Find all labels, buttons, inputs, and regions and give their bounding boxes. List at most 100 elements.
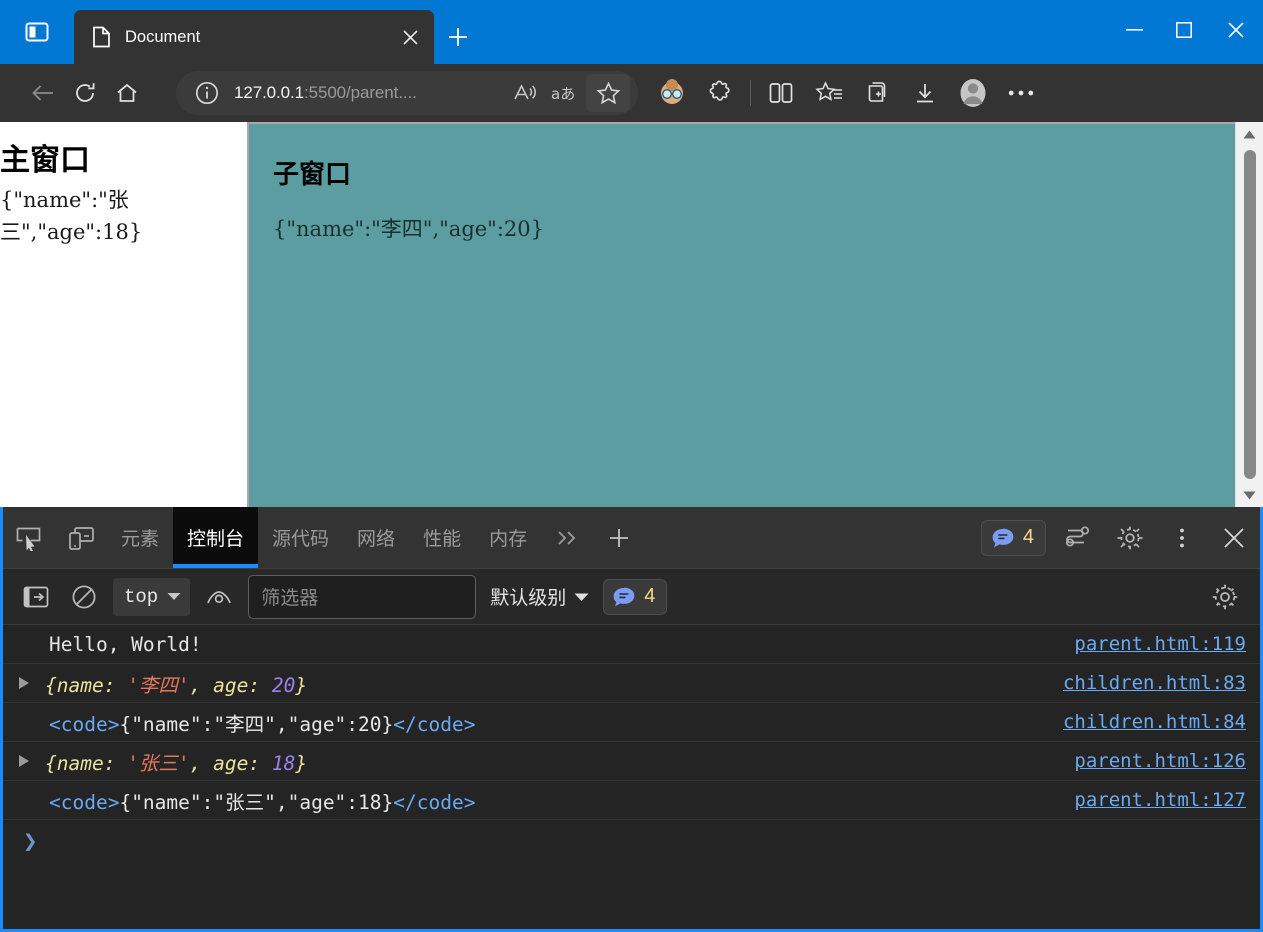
filter-placeholder: 筛选器	[261, 588, 319, 609]
devtools-panel: 元素 控制台 源代码 网络 性能 内存 4 top 筛选器 默认级别 4 Hel…	[0, 507, 1263, 932]
add-panel-icon[interactable]	[593, 507, 645, 568]
console-message-row[interactable]: Hello, World! parent.html:119	[3, 625, 1260, 664]
console-settings-gear-icon[interactable]	[1206, 578, 1244, 616]
object-suffix: }	[295, 673, 308, 697]
devtools-settings-icon[interactable]	[1052, 507, 1104, 568]
devtools-tab-console[interactable]: 控制台	[173, 507, 259, 568]
console-message-row[interactable]: {name: '李四', age: 20} children.html:83	[3, 664, 1260, 703]
translate-icon[interactable]: aあ	[546, 76, 584, 110]
browser-tab[interactable]: Document	[74, 10, 434, 64]
message-bubble-icon	[613, 587, 635, 606]
inspect-element-icon[interactable]	[3, 507, 55, 568]
eye-icon[interactable]	[200, 578, 238, 616]
object-string-value: '李四'	[127, 673, 190, 697]
tab-actions-button[interactable]	[0, 0, 74, 64]
devtools-tab-sources[interactable]: 源代码	[258, 507, 343, 568]
execution-context-select[interactable]: top	[113, 577, 191, 616]
console-output[interactable]: Hello, World! parent.html:119 {name: '李四…	[3, 625, 1260, 929]
console-message-row[interactable]: {name: '张三', age: 18} parent.html:126	[3, 742, 1260, 781]
url-path: :5500/parent....	[304, 83, 417, 102]
expand-object-toggle[interactable]	[3, 677, 45, 689]
document-icon	[92, 26, 111, 48]
console-html-text: <code>{"name":"李四","age":20}</code>	[49, 708, 1051, 737]
refresh-icon	[76, 83, 95, 102]
downloads-icon[interactable]	[901, 71, 949, 115]
html-inner-text: {"name":"李四","age":20}	[119, 712, 394, 736]
devtools-tab-elements[interactable]: 元素	[107, 507, 173, 568]
refresh-button[interactable]	[64, 72, 106, 114]
page-scrollbar[interactable]	[1235, 122, 1263, 507]
site-info-icon[interactable]	[190, 76, 224, 110]
console-source-link[interactable]: parent.html:119	[1062, 633, 1246, 655]
console-object-preview: {name: '李四', age: 20}	[45, 669, 1051, 698]
object-suffix: }	[295, 751, 308, 775]
close-window-button[interactable]	[1209, 0, 1263, 60]
extensions-icon[interactable]	[696, 71, 744, 115]
log-level-select[interactable]: 默认级别	[486, 583, 593, 610]
chevron-down-icon	[574, 593, 589, 601]
page-viewport: 主窗口 {"name":"张三","age":18} 子窗口 {"name":"…	[0, 122, 1263, 507]
console-source-link[interactable]: parent.html:127	[1062, 789, 1246, 811]
object-key-middle: , age:	[189, 673, 272, 697]
console-issues-badge[interactable]: 4	[603, 578, 668, 615]
child-window-heading: 子窗口	[273, 160, 352, 190]
split-screen-icon[interactable]	[757, 71, 805, 115]
console-html-text: <code>{"name":"张三","age":18}</code>	[49, 786, 1062, 815]
console-filter-input[interactable]: 筛选器	[248, 574, 477, 619]
collections-icon[interactable]	[853, 71, 901, 115]
devtools-tab-memory[interactable]: 内存	[475, 507, 541, 568]
browser-toolbar-actions	[648, 71, 1045, 115]
profile-avatar-icon[interactable]	[648, 71, 696, 115]
main-window-heading: 主窗口	[0, 143, 90, 178]
clear-console-icon[interactable]	[65, 578, 103, 616]
child-window-iframe: 子窗口 {"name":"李四","age":20}	[247, 122, 1235, 507]
read-aloud-icon[interactable]	[506, 76, 544, 110]
expand-object-toggle[interactable]	[3, 755, 45, 767]
more-options-icon[interactable]	[1156, 507, 1208, 568]
maximize-button[interactable]	[1159, 0, 1209, 60]
plus-icon	[449, 28, 467, 46]
address-bar[interactable]: 127.0.0.1:5500/parent.... aあ	[176, 71, 638, 115]
tab-label: 控制台	[187, 529, 245, 550]
close-tab-icon[interactable]	[394, 21, 426, 53]
account-icon[interactable]	[949, 71, 997, 115]
back-button[interactable]	[22, 72, 64, 114]
scroll-down-arrow-icon[interactable]	[1236, 483, 1263, 507]
close-devtools-icon[interactable]	[1208, 507, 1260, 568]
main-window-region: 主窗口 {"name":"张三","age":18}	[0, 122, 247, 507]
html-inner-text: {"name":"张三","age":18}	[119, 790, 394, 814]
main-window-json: {"name":"张三","age":18}	[0, 187, 143, 245]
device-toolbar-icon[interactable]	[55, 507, 107, 568]
more-settings-icon[interactable]	[997, 71, 1045, 115]
issues-count: 4	[1022, 526, 1034, 548]
chevron-double-right-icon[interactable]	[541, 507, 593, 568]
devtools-tab-network[interactable]: 网络	[343, 507, 409, 568]
console-sidebar-icon[interactable]	[17, 578, 55, 616]
home-button[interactable]	[106, 72, 148, 114]
favorites-icon[interactable]	[805, 71, 853, 115]
console-source-link[interactable]: children.html:84	[1051, 711, 1246, 733]
minimize-button[interactable]	[1109, 0, 1159, 60]
console-prompt[interactable]: ❯	[3, 820, 1260, 862]
tab-label: 网络	[357, 529, 396, 550]
html-open-tag: <code>	[49, 790, 120, 814]
html-close-tag: </code>	[393, 790, 476, 814]
split-pane-icon	[24, 20, 50, 44]
context-value: top	[124, 585, 159, 608]
url-host: 127.0.0.1	[234, 83, 304, 102]
console-message-row[interactable]: <code>{"name":"张三","age":18}</code> pare…	[3, 781, 1260, 820]
issues-badge[interactable]: 4	[980, 519, 1046, 556]
scroll-up-arrow-icon[interactable]	[1236, 122, 1263, 146]
console-source-link[interactable]: parent.html:126	[1062, 750, 1246, 772]
devtools-tab-performance[interactable]: 性能	[409, 507, 475, 568]
scrollbar-thumb[interactable]	[1243, 150, 1256, 479]
new-tab-button[interactable]	[436, 10, 480, 64]
triangle-right-icon	[19, 755, 29, 767]
add-favorite-icon[interactable]	[586, 74, 630, 112]
chevron-down-icon	[167, 593, 181, 600]
console-source-link[interactable]: children.html:83	[1051, 672, 1246, 694]
back-arrow-icon	[32, 85, 53, 101]
console-message-row[interactable]: <code>{"name":"李四","age":20}</code> chil…	[3, 703, 1260, 742]
gear-icon[interactable]	[1104, 507, 1156, 568]
title-bar: Document	[0, 0, 1263, 64]
